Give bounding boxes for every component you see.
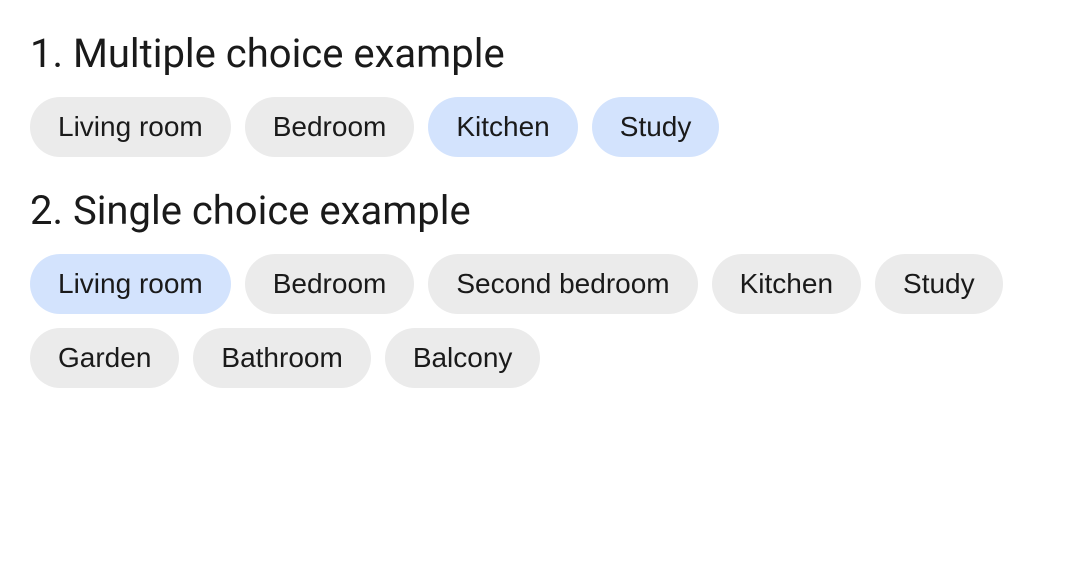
section2-chip-2[interactable]: Second bedroom — [428, 254, 697, 314]
section1-chip-3[interactable]: Study — [592, 97, 720, 157]
section2-title: 2. Single choice example — [30, 187, 1037, 234]
section2-chip-5[interactable]: Garden — [30, 328, 179, 388]
section1-chip-0[interactable]: Living room — [30, 97, 231, 157]
section2-chip-7[interactable]: Balcony — [385, 328, 541, 388]
section2-chip-4[interactable]: Study — [875, 254, 1003, 314]
section1-chip-1[interactable]: Bedroom — [245, 97, 415, 157]
section1-chip-2[interactable]: Kitchen — [428, 97, 577, 157]
section2-chip-6[interactable]: Bathroom — [193, 328, 370, 388]
section2-chips: Living roomBedroomSecond bedroomKitchenS… — [30, 254, 1037, 388]
page-container: 1. Multiple choice example Living roomBe… — [30, 30, 1037, 388]
section1-title: 1. Multiple choice example — [30, 30, 1037, 77]
section1-chips: Living roomBedroomKitchenStudy — [30, 97, 1037, 157]
section2-chip-3[interactable]: Kitchen — [712, 254, 861, 314]
section2-chip-1[interactable]: Bedroom — [245, 254, 415, 314]
section2-chip-0[interactable]: Living room — [30, 254, 231, 314]
